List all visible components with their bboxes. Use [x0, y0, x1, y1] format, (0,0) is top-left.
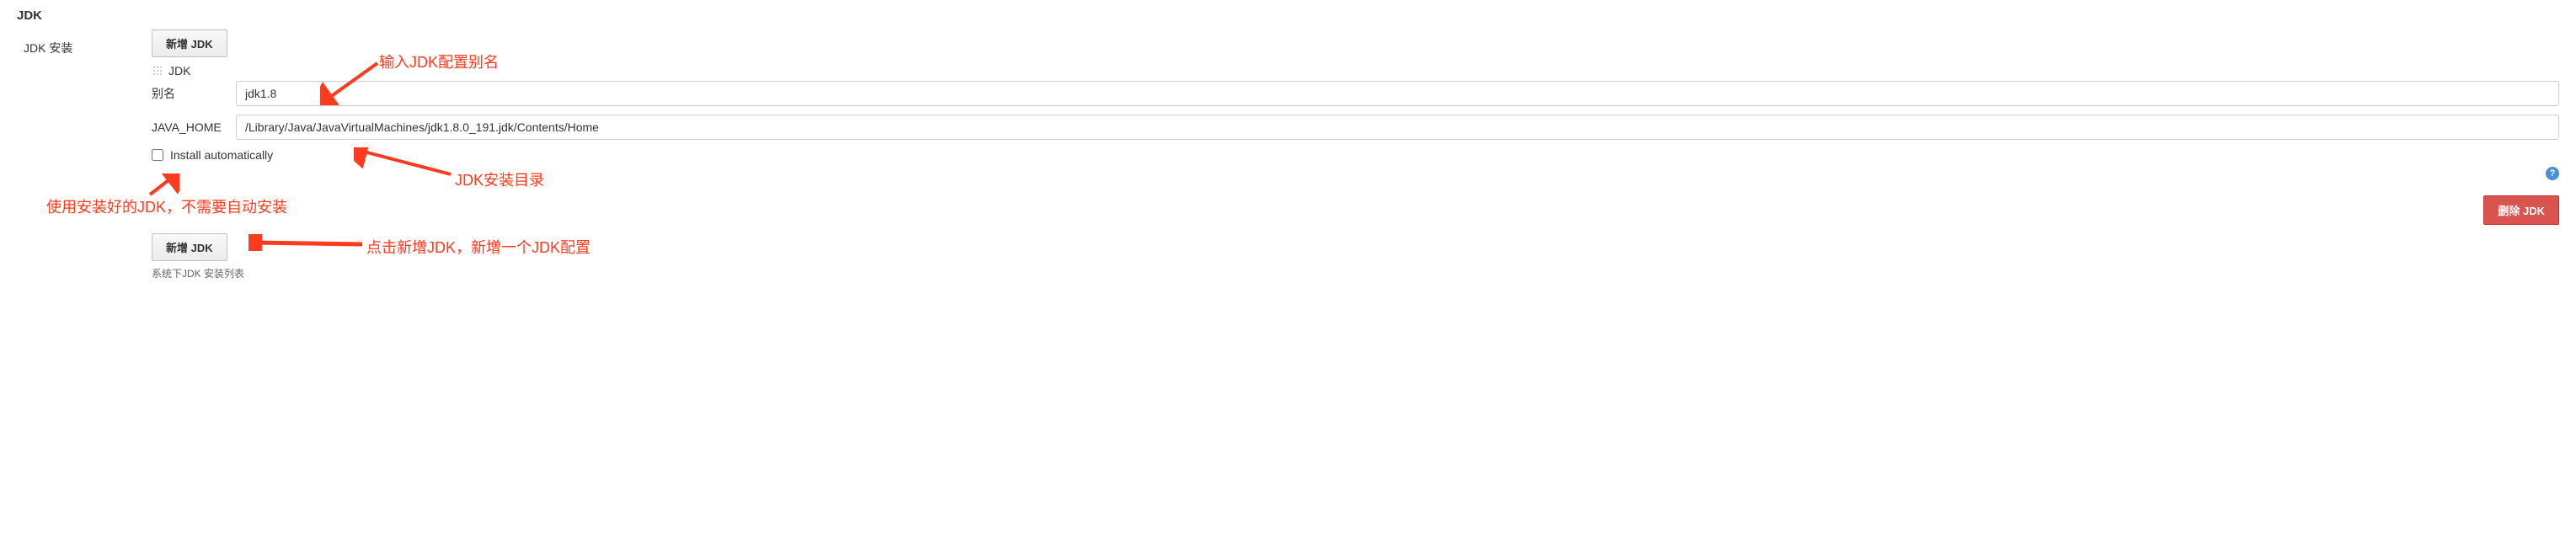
- java-home-input[interactable]: [236, 115, 2559, 140]
- sidebar-label: JDK 安装: [17, 29, 152, 56]
- drag-handle-icon[interactable]: [152, 65, 163, 77]
- footer-note: 系统下JDK 安装列表: [152, 266, 2559, 280]
- alias-label: 别名: [152, 85, 236, 102]
- delete-jdk-button[interactable]: 删除 JDK: [2483, 195, 2559, 225]
- section-title: JDK: [17, 8, 2559, 23]
- help-icon[interactable]: ?: [2546, 167, 2559, 180]
- add-jdk-button-top[interactable]: 新增 JDK: [152, 29, 227, 57]
- alias-input[interactable]: [236, 81, 2559, 106]
- install-auto-label: Install automatically: [170, 148, 273, 162]
- add-jdk-button-bottom[interactable]: 新增 JDK: [152, 233, 227, 261]
- java-home-label: JAVA_HOME: [152, 120, 236, 134]
- install-auto-checkbox[interactable]: [152, 149, 163, 161]
- instance-title: JDK: [168, 64, 190, 77]
